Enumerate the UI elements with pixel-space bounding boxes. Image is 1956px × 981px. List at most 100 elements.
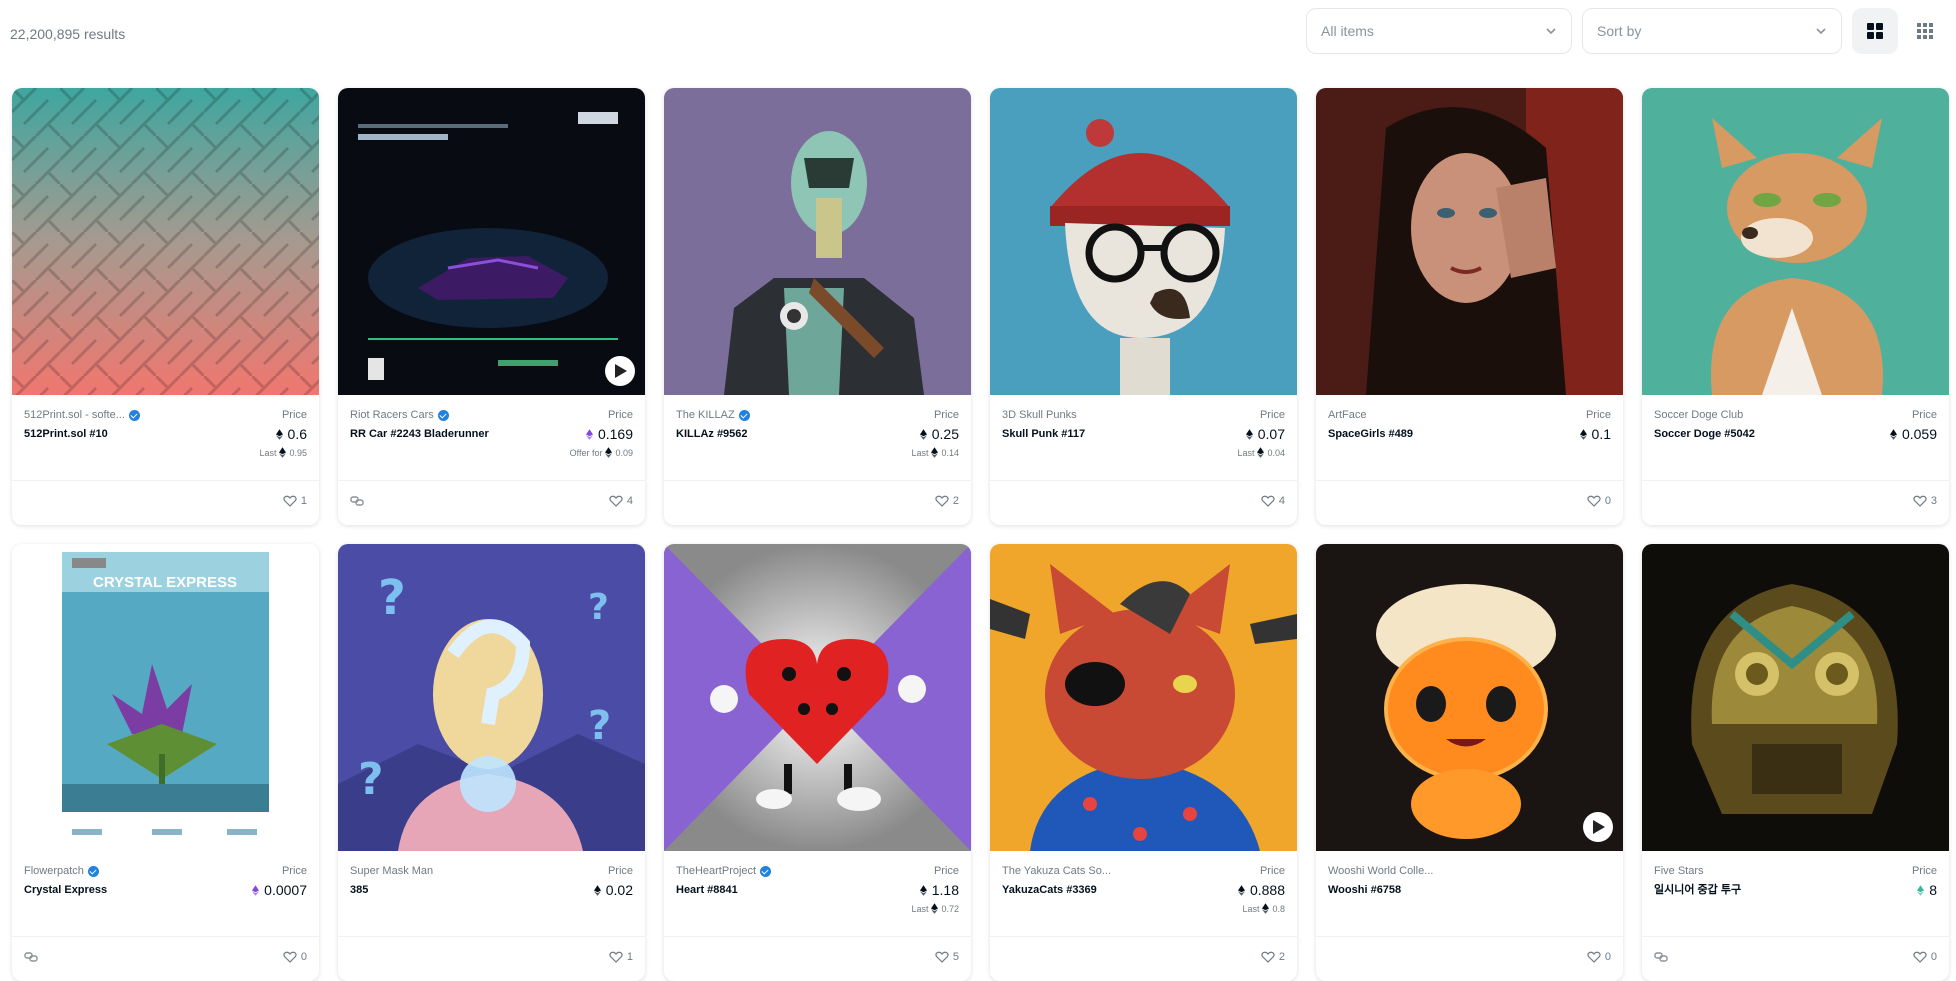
favorite-button[interactable]: 2 <box>1261 951 1285 963</box>
small-grid-view-button[interactable] <box>1902 8 1948 54</box>
nft-image[interactable] <box>338 88 645 395</box>
ethereum-icon <box>275 428 283 440</box>
nft-image[interactable] <box>1316 544 1623 851</box>
collection-name[interactable]: Flowerpatch <box>24 865 99 877</box>
nft-card[interactable]: ArtFace SpaceGirls #489 Price 0.1 0 <box>1316 88 1623 525</box>
favorite-button[interactable]: 0 <box>1913 951 1937 963</box>
collection-name[interactable]: Wooshi World Colle... <box>1328 865 1433 877</box>
nft-image[interactable]: ? ? ? ? <box>338 544 645 851</box>
nft-image[interactable] <box>1642 544 1949 851</box>
favorite-button[interactable]: 3 <box>1913 495 1937 507</box>
nft-name: Soccer Doge #5042 <box>1654 428 1755 440</box>
nft-artwork <box>12 88 319 395</box>
card-info: The Yakuza Cats So... YakuzaCats #3369 P… <box>990 851 1297 936</box>
art-title-text: CRYSTAL EXPRESS <box>93 574 237 591</box>
collection-name[interactable]: Soccer Doge Club <box>1654 409 1743 421</box>
favorite-button[interactable]: 0 <box>1587 495 1611 507</box>
nft-image[interactable] <box>1642 88 1949 395</box>
secondary-price: Last 0.95 <box>259 447 307 458</box>
nft-name: RR Car #2243 Bladerunner <box>350 428 489 440</box>
favorite-button[interactable]: 1 <box>609 951 633 963</box>
nft-image[interactable]: CRYSTAL EXPRESS <box>12 544 319 851</box>
nft-card[interactable]: ? ? ? ? Super Mask Man 385 Price 0.02 1 <box>338 544 645 981</box>
collection-name[interactable]: Super Mask Man <box>350 865 433 877</box>
nft-card[interactable]: CRYSTAL EXPRESS Flowerpatch Crystal Expr… <box>12 544 319 981</box>
favorite-button[interactable]: 4 <box>609 495 633 507</box>
favorite-count: 1 <box>300 495 307 507</box>
collection-name[interactable]: ArtFace <box>1328 409 1367 421</box>
card-info: 3D Skull Punks Skull Punk #117 Price 0.0… <box>990 395 1297 480</box>
nft-name: Wooshi #6758 <box>1328 884 1402 896</box>
collection-name[interactable]: TheHeartProject <box>676 865 772 877</box>
collection-name[interactable]: 3D Skull Punks <box>1002 409 1077 421</box>
price: 0.1 <box>1579 426 1611 442</box>
nft-card[interactable]: TheHeartProject Heart #8841 Price 1.18 L… <box>664 544 971 981</box>
favorite-count: 0 <box>1930 951 1937 963</box>
nft-card[interactable]: Soccer Doge Club Soccer Doge #5042 Price… <box>1642 88 1949 525</box>
price-value: 0.0007 <box>264 882 307 898</box>
favorite-button[interactable]: 4 <box>1261 495 1285 507</box>
collection-name-text: 3D Skull Punks <box>1002 409 1077 421</box>
collection-name[interactable]: The Yakuza Cats So... <box>1002 865 1111 877</box>
nft-image[interactable] <box>664 544 971 851</box>
secondary-price-label: Offer for <box>569 447 603 458</box>
favorite-count: 2 <box>1278 951 1285 963</box>
nft-image[interactable] <box>1316 88 1623 395</box>
nft-card[interactable]: 512Print.sol - softe... 512Print.sol #10… <box>12 88 319 525</box>
ethereum-icon <box>931 903 939 914</box>
nft-card[interactable]: The Yakuza Cats So... YakuzaCats #3369 P… <box>990 544 1297 981</box>
verified-badge-icon <box>437 409 449 421</box>
favorite-button[interactable]: 2 <box>935 495 959 507</box>
nft-name: SpaceGirls #489 <box>1328 428 1414 440</box>
secondary-price-label: Last <box>1237 447 1255 458</box>
favorite-button[interactable]: 0 <box>1587 951 1611 963</box>
price-value: 0.888 <box>1249 882 1285 898</box>
price: 0.059 <box>1889 426 1937 442</box>
price-label: Price <box>933 865 959 877</box>
favorite-button[interactable]: 0 <box>283 951 307 963</box>
large-grid-view-button[interactable] <box>1852 8 1898 54</box>
heart-icon <box>1913 495 1927 507</box>
heart-icon <box>935 495 949 507</box>
card-info: Super Mask Man 385 Price 0.02 <box>338 851 645 936</box>
ethereum-icon <box>1237 884 1245 896</box>
price: 0.888 <box>1237 882 1285 898</box>
nft-card[interactable]: 3D Skull Punks Skull Punk #117 Price 0.0… <box>990 88 1297 525</box>
svg-text:?: ? <box>358 754 384 805</box>
chain-icon <box>24 952 38 962</box>
nft-image[interactable] <box>990 88 1297 395</box>
favorite-count: 0 <box>300 951 307 963</box>
heart-icon <box>1913 951 1927 963</box>
svg-text:?: ? <box>588 587 609 628</box>
toolbar: 22,200,895 results All items Sort by <box>0 0 1956 68</box>
chevron-down-icon <box>1546 28 1556 35</box>
item-filter-value: All items <box>1321 23 1374 39</box>
secondary-price-value: 0.14 <box>941 447 959 458</box>
secondary-price-value: 0.04 <box>1267 447 1285 458</box>
collection-name[interactable]: Five Stars <box>1654 865 1704 877</box>
collection-name-text: TheHeartProject <box>676 865 757 877</box>
nft-card[interactable]: The KILLAZ KILLAz #9562 Price 0.25 Last … <box>664 88 971 525</box>
nft-name: YakuzaCats #3369 <box>1002 884 1097 896</box>
nft-image[interactable] <box>990 544 1297 851</box>
nft-card[interactable]: Five Stars 일시니어 중갑 투구 Price 8 0 <box>1642 544 1949 981</box>
heart-icon <box>1261 495 1275 507</box>
favorite-button[interactable]: 1 <box>283 495 307 507</box>
collection-name[interactable]: 512Print.sol - softe... <box>24 409 140 421</box>
price-label: Price <box>1259 865 1285 877</box>
collection-name[interactable]: Riot Racers Cars <box>350 409 449 421</box>
favorite-button[interactable]: 5 <box>935 951 959 963</box>
collection-name[interactable]: The KILLAZ <box>676 409 750 421</box>
ethereum-icon <box>1257 447 1265 458</box>
nft-card[interactable]: Wooshi World Colle... Wooshi #6758 0 <box>1316 544 1623 981</box>
price-label: Price <box>607 409 633 421</box>
nft-card[interactable]: Riot Racers Cars RR Car #2243 Bladerunne… <box>338 88 645 525</box>
nft-image[interactable] <box>12 88 319 395</box>
nft-image[interactable] <box>664 88 971 395</box>
verified-badge-icon <box>760 865 772 877</box>
secondary-price: Offer for 0.09 <box>570 447 633 458</box>
sort-select[interactable]: Sort by <box>1582 8 1842 54</box>
verified-badge-icon <box>738 409 750 421</box>
price-label: Price <box>281 409 307 421</box>
item-filter-select[interactable]: All items <box>1306 8 1572 54</box>
